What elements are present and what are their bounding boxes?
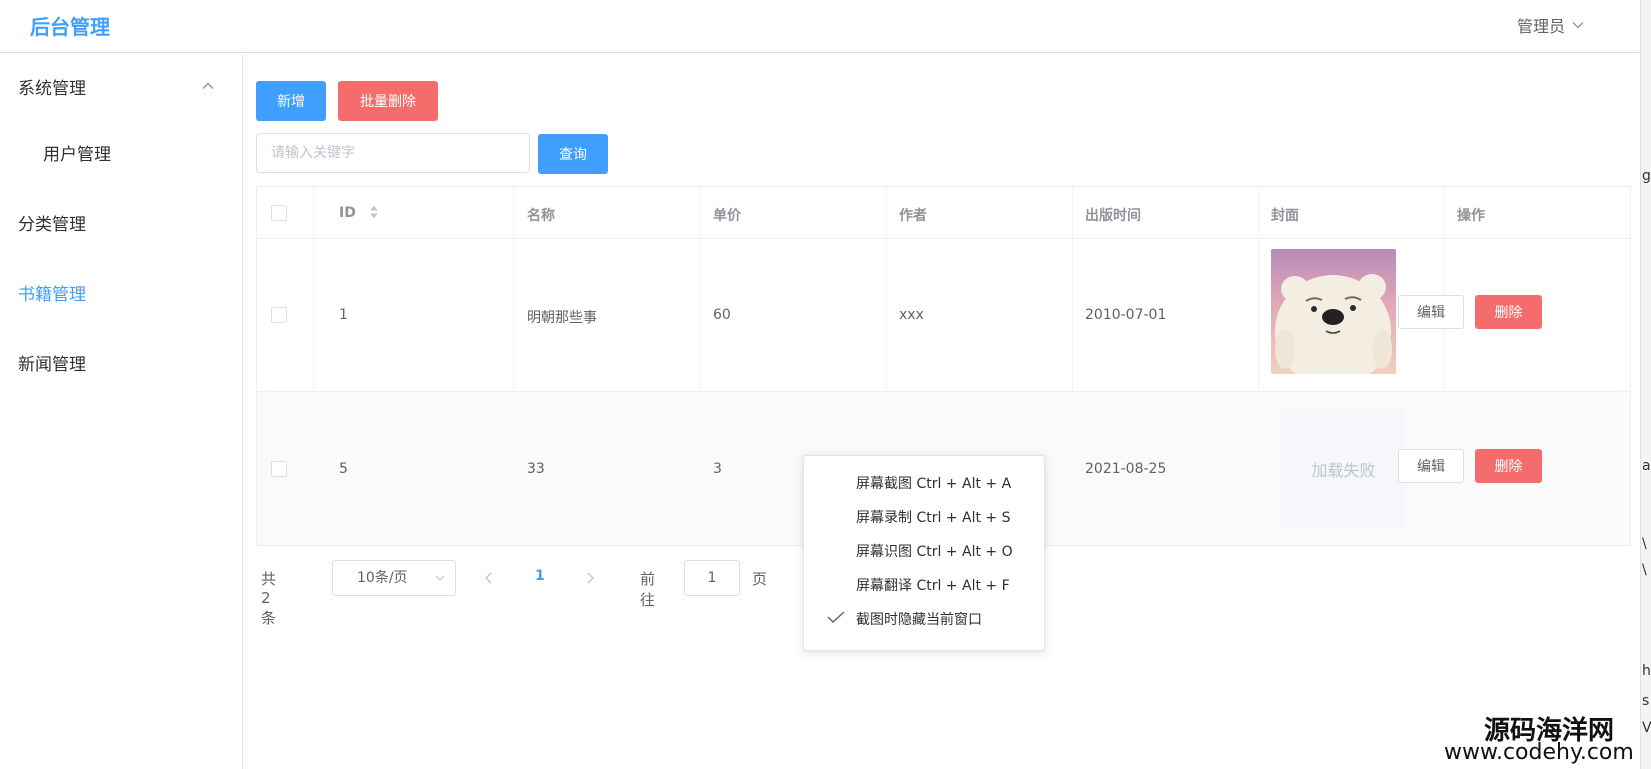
sort-icon[interactable] <box>369 205 379 219</box>
next-page-icon[interactable] <box>581 569 599 587</box>
delete-button[interactable]: 删除 <box>1475 295 1542 329</box>
cell-price: 3 <box>713 461 722 477</box>
chevron-down-icon <box>1572 22 1584 29</box>
sidebar-item-label: 书籍管理 <box>18 284 86 305</box>
watermark-url: www.codehy.com <box>1444 740 1634 765</box>
edit-button[interactable]: 编辑 <box>1398 449 1464 483</box>
menu-item-screen-ocr[interactable]: 屏幕识图 Ctrl + Alt + O <box>856 541 1013 561</box>
cell-name: 明朝那些事 <box>527 310 597 326</box>
edge-text-fragment: g <box>1642 168 1651 184</box>
prev-page-icon[interactable] <box>480 569 498 587</box>
delete-button[interactable]: 删除 <box>1475 449 1542 483</box>
row-checkbox[interactable] <box>271 307 287 323</box>
edge-text-fragment: \ <box>1642 562 1647 578</box>
sidebar: 系统管理 用户管理 分类管理 书籍管理 新闻管理 <box>0 54 243 769</box>
adjacent-window-edge <box>1640 0 1651 769</box>
column-header-actions: 操作 <box>1457 208 1485 224</box>
edge-text-fragment: \ <box>1642 536 1647 552</box>
cell-date: 2010-07-01 <box>1085 307 1167 323</box>
menu-item-screenshot[interactable]: 屏幕截图 Ctrl + Alt + A <box>856 473 1011 493</box>
app-brand: 后台管理 <box>30 15 110 39</box>
page-number[interactable]: 1 <box>535 568 545 584</box>
page-suffix: 页 <box>752 570 768 588</box>
row-checkbox[interactable] <box>271 461 287 477</box>
sidebar-item-label: 新闻管理 <box>18 354 86 375</box>
edge-text-fragment: V <box>1642 720 1651 736</box>
sidebar-item-news[interactable]: 新闻管理 <box>0 334 242 390</box>
edge-text-fragment: h <box>1642 663 1651 679</box>
sidebar-item-system[interactable]: 系统管理 <box>0 58 242 114</box>
column-header-name: 名称 <box>527 208 555 224</box>
cell-id: 1 <box>339 307 348 323</box>
edit-button[interactable]: 编辑 <box>1398 295 1464 329</box>
cell-name: 33 <box>527 461 545 477</box>
sidebar-item-books[interactable]: 书籍管理 <box>0 264 242 320</box>
sidebar-item-users[interactable]: 用户管理 <box>0 124 242 180</box>
batch-delete-button[interactable]: 批量删除 <box>338 81 438 121</box>
page-size-select[interactable]: 10条/页 <box>332 560 456 596</box>
search-input[interactable] <box>256 133 530 173</box>
sidebar-item-label: 系统管理 <box>18 78 86 99</box>
cover-image-bear[interactable] <box>1271 249 1396 374</box>
column-header-price: 单价 <box>713 208 741 224</box>
chevron-up-icon <box>202 82 214 89</box>
cover-load-failed: 加载失败 <box>1281 409 1406 529</box>
column-header-id[interactable]: ID <box>339 205 379 221</box>
sidebar-item-categories[interactable]: 分类管理 <box>0 194 242 250</box>
column-header-cover: 封面 <box>1271 208 1299 224</box>
user-name: 管理员 <box>1517 17 1566 36</box>
goto-page-input[interactable] <box>684 560 740 596</box>
select-all-checkbox[interactable] <box>271 205 287 221</box>
chevron-down-icon <box>435 575 445 581</box>
menu-item-hide-window[interactable]: 截图时隐藏当前窗口 <box>856 609 982 629</box>
edge-text-fragment: s <box>1642 693 1650 709</box>
checkmark-icon <box>827 611 845 623</box>
table-row: 1 明朝那些事 60 xxx 2010-07-01 编辑 删除 <box>257 239 1630 392</box>
add-button[interactable]: 新增 <box>256 81 326 121</box>
cell-id: 5 <box>339 461 348 477</box>
sidebar-item-label: 分类管理 <box>18 214 86 235</box>
pagination-total: 共 2 条 <box>261 570 277 627</box>
search-button[interactable]: 查询 <box>538 134 608 174</box>
user-dropdown[interactable]: 管理员 <box>1517 14 1585 36</box>
menu-item-screen-translate[interactable]: 屏幕翻译 Ctrl + Alt + F <box>856 575 1010 595</box>
edge-text-fragment: a <box>1642 458 1651 474</box>
table-header: ID 名称 单价 作者 出版时间 封面 操作 <box>257 187 1630 239</box>
column-header-date: 出版时间 <box>1085 208 1141 224</box>
cell-author: xxx <box>899 307 924 323</box>
sidebar-item-label: 用户管理 <box>43 144 111 165</box>
menu-item-screen-record[interactable]: 屏幕录制 Ctrl + Alt + S <box>856 507 1010 527</box>
cell-date: 2021-08-25 <box>1085 461 1167 477</box>
top-header: 后台管理 管理员 <box>0 0 1640 53</box>
column-header-author: 作者 <box>899 208 927 224</box>
cell-price: 60 <box>713 307 731 323</box>
goto-label: 前往 <box>640 570 656 609</box>
screenshot-context-menu: 屏幕截图 Ctrl + Alt + A 屏幕录制 Ctrl + Alt + S … <box>803 455 1045 651</box>
